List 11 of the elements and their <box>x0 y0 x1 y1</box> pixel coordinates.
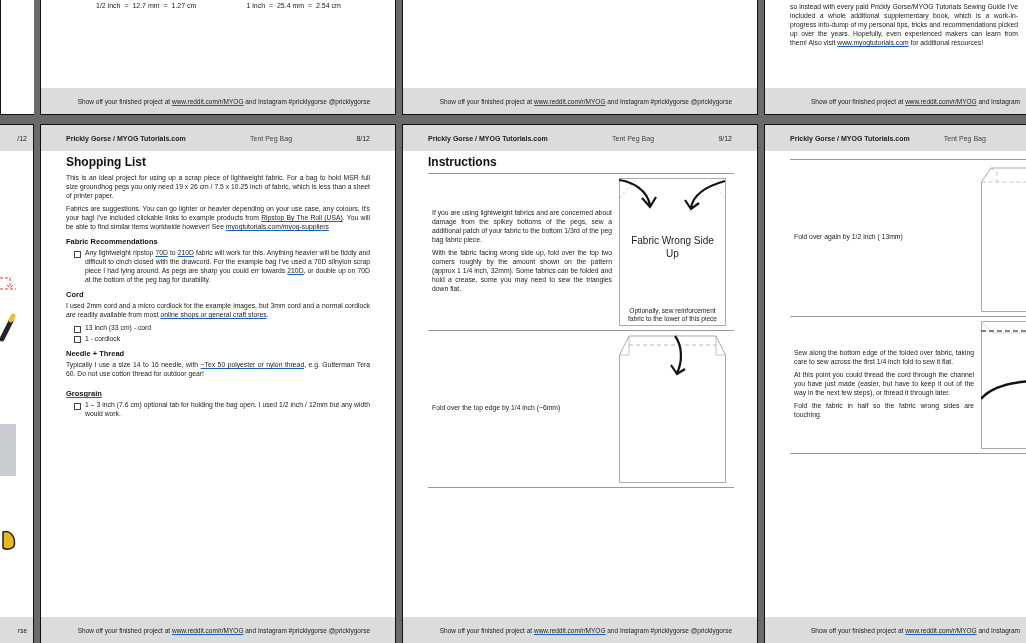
photo-placeholder <box>0 424 16 476</box>
section-title: Shopping List <box>66 154 147 170</box>
checkbox[interactable] <box>74 402 81 410</box>
section-title: Instructions <box>428 154 498 170</box>
pen-drawing <box>0 312 16 342</box>
dashed-arrow-drawing <box>0 274 16 290</box>
cordlock-drawing <box>2 528 16 552</box>
checkbox[interactable] <box>74 325 81 333</box>
checkbox[interactable] <box>74 250 81 258</box>
diagram-label: Fabric Wrong Side Up <box>631 234 714 260</box>
checkbox[interactable] <box>74 336 81 343</box>
